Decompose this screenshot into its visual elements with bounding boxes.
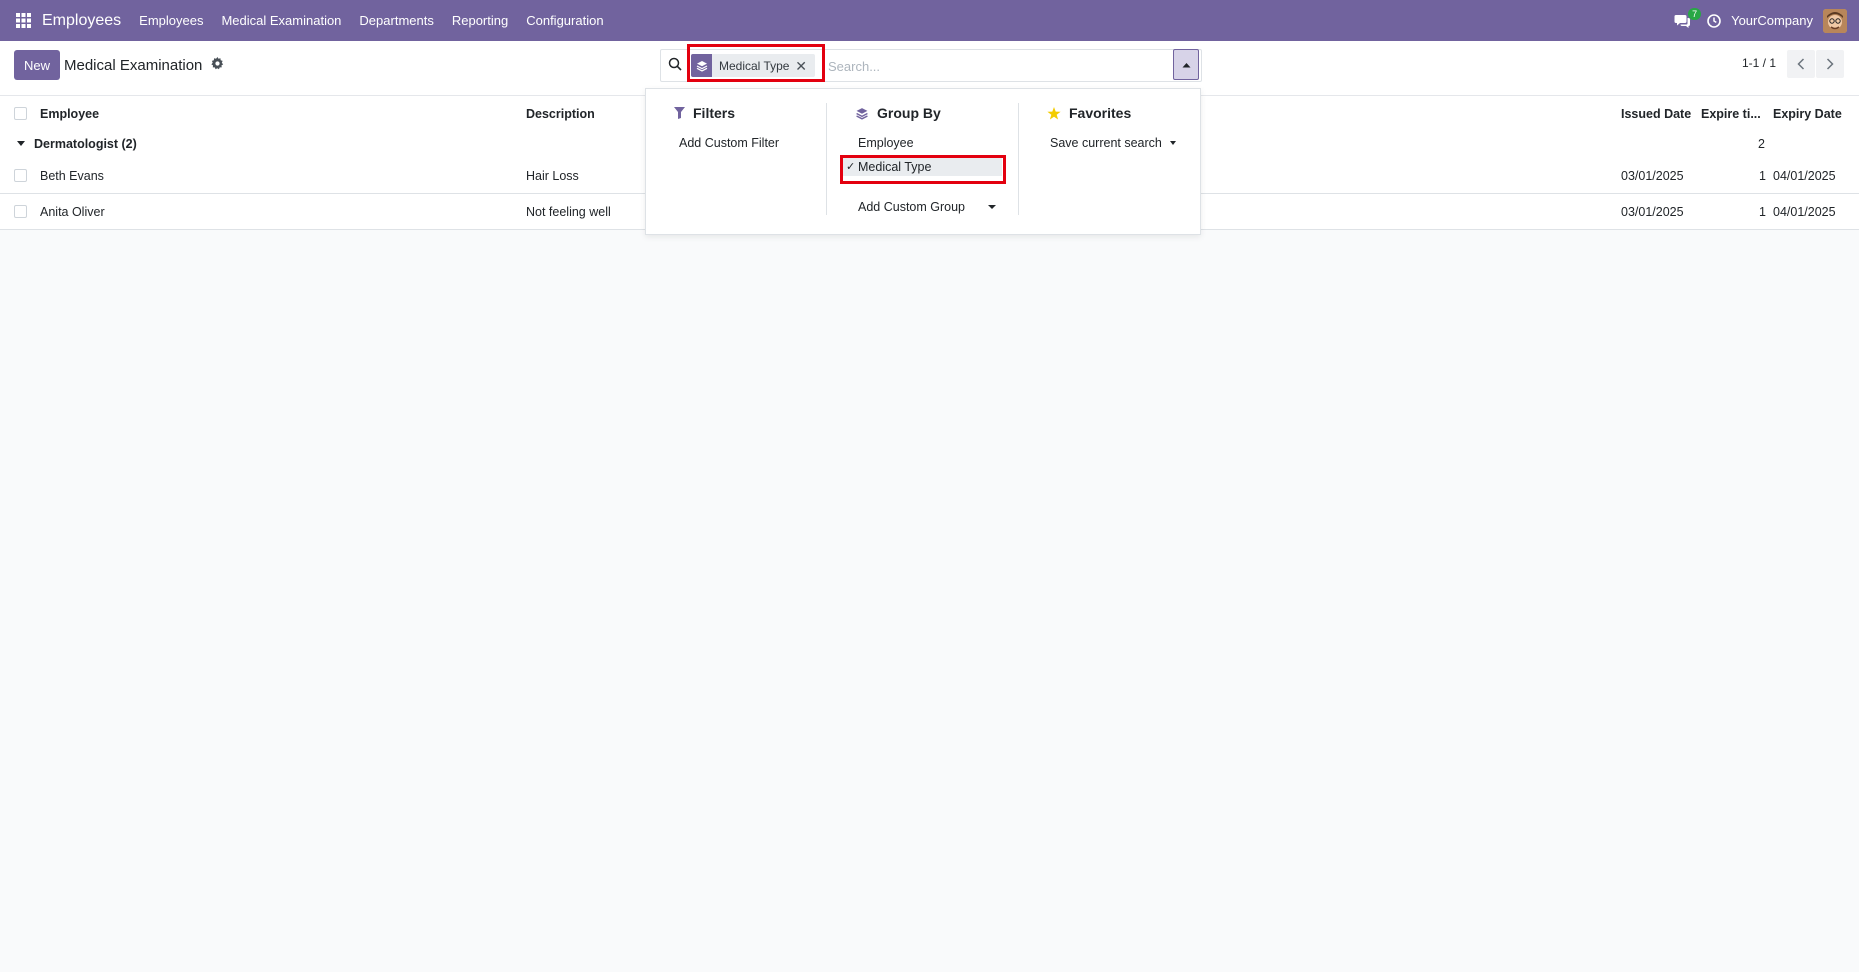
facet-label: Medical Type (719, 58, 790, 73)
filters-heading: Filters (674, 105, 735, 121)
cell-employee: Beth Evans (40, 169, 104, 183)
pager-next-button[interactable] (1816, 50, 1844, 78)
column-issued-date[interactable]: Issued Date (1621, 107, 1691, 121)
chevron-left-icon (1797, 58, 1805, 70)
nav-employees[interactable]: Employees (139, 13, 203, 28)
search-facet-groupby[interactable]: Medical Type ✕ (691, 54, 815, 77)
column-expire-time[interactable]: Expire ti... (1701, 107, 1761, 121)
column-employee[interactable]: Employee (40, 107, 99, 121)
cell-expire-time: 1 (1759, 169, 1766, 183)
app-brand[interactable]: Employees (42, 12, 121, 30)
close-icon[interactable]: ✕ (795, 59, 807, 73)
nav-configuration[interactable]: Configuration (526, 13, 603, 28)
nav-departments[interactable]: Departments (359, 13, 433, 28)
cell-expiry-date: 04/01/2025 (1773, 205, 1836, 219)
search-dropdown-panel: Filters Add Custom Filter Group By Emplo… (645, 88, 1201, 235)
cell-expire-time: 1 (1759, 205, 1766, 219)
page-title: Medical Examination (64, 57, 203, 74)
pager-previous-button[interactable] (1787, 50, 1815, 78)
cell-description: Hair Loss (526, 169, 579, 183)
column-divider (1018, 103, 1019, 215)
select-all-checkbox[interactable] (14, 107, 27, 120)
chevron-right-icon (1826, 58, 1834, 70)
gear-icon[interactable] (211, 57, 225, 71)
cell-description: Not feeling well (526, 205, 611, 219)
cell-issued-date: 03/01/2025 (1621, 205, 1684, 219)
layers-icon (691, 54, 712, 77)
cell-issued-date: 03/01/2025 (1621, 169, 1684, 183)
chat-icon[interactable]: 7 (1671, 7, 1702, 32)
search-input[interactable] (826, 54, 1150, 78)
clock-icon[interactable] (1707, 13, 1723, 29)
row-checkbox[interactable] (14, 169, 27, 182)
caret-up-icon (1182, 62, 1190, 67)
nav-reporting[interactable]: Reporting (452, 13, 508, 28)
apps-menu-icon[interactable] (12, 9, 35, 32)
add-custom-filter[interactable]: Add Custom Filter (679, 136, 779, 150)
cell-employee: Anita Oliver (40, 205, 105, 219)
user-avatar[interactable] (1823, 8, 1847, 33)
checkmark-icon: ✓ (846, 161, 856, 173)
navbar-systray: 7 YourCompany (1671, 0, 1859, 41)
top-navbar: Employees Employees Medical Examination … (0, 0, 1859, 41)
favorites-heading: Favorites (1047, 105, 1131, 121)
column-divider (826, 103, 827, 215)
search-icon[interactable] (668, 57, 684, 73)
groupby-employee[interactable]: Employee (858, 136, 914, 150)
column-description[interactable]: Description (526, 107, 595, 121)
group-label: Dermatologist (2) (34, 137, 137, 151)
caret-down-icon[interactable] (988, 205, 996, 209)
group-by-heading: Group By (855, 105, 941, 121)
search-options-toggle[interactable] (1173, 49, 1199, 80)
nav-medical-examination[interactable]: Medical Examination (221, 13, 341, 28)
group-aggregate: 2 (1758, 137, 1765, 151)
add-custom-group-select[interactable]: Add Custom Group (858, 200, 965, 214)
cell-expiry-date: 04/01/2025 (1773, 169, 1836, 183)
caret-down-icon[interactable] (1170, 141, 1176, 145)
save-current-search[interactable]: Save current search (1050, 136, 1162, 150)
new-button[interactable]: New (14, 50, 60, 80)
filter-icon (674, 107, 685, 119)
caret-down-icon (17, 141, 25, 146)
layers-icon (856, 107, 868, 120)
star-icon (1047, 106, 1061, 119)
row-checkbox[interactable] (14, 205, 27, 218)
pager-value[interactable]: 1-1 / 1 (1742, 56, 1776, 70)
company-switcher[interactable]: YourCompany (1731, 13, 1813, 28)
chat-count-badge: 7 (1688, 7, 1702, 20)
search-bar: Medical Type ✕ (660, 49, 1202, 82)
groupby-medical-type[interactable]: Medical Type (858, 160, 931, 174)
column-expiry-date[interactable]: Expiry Date (1773, 107, 1842, 121)
